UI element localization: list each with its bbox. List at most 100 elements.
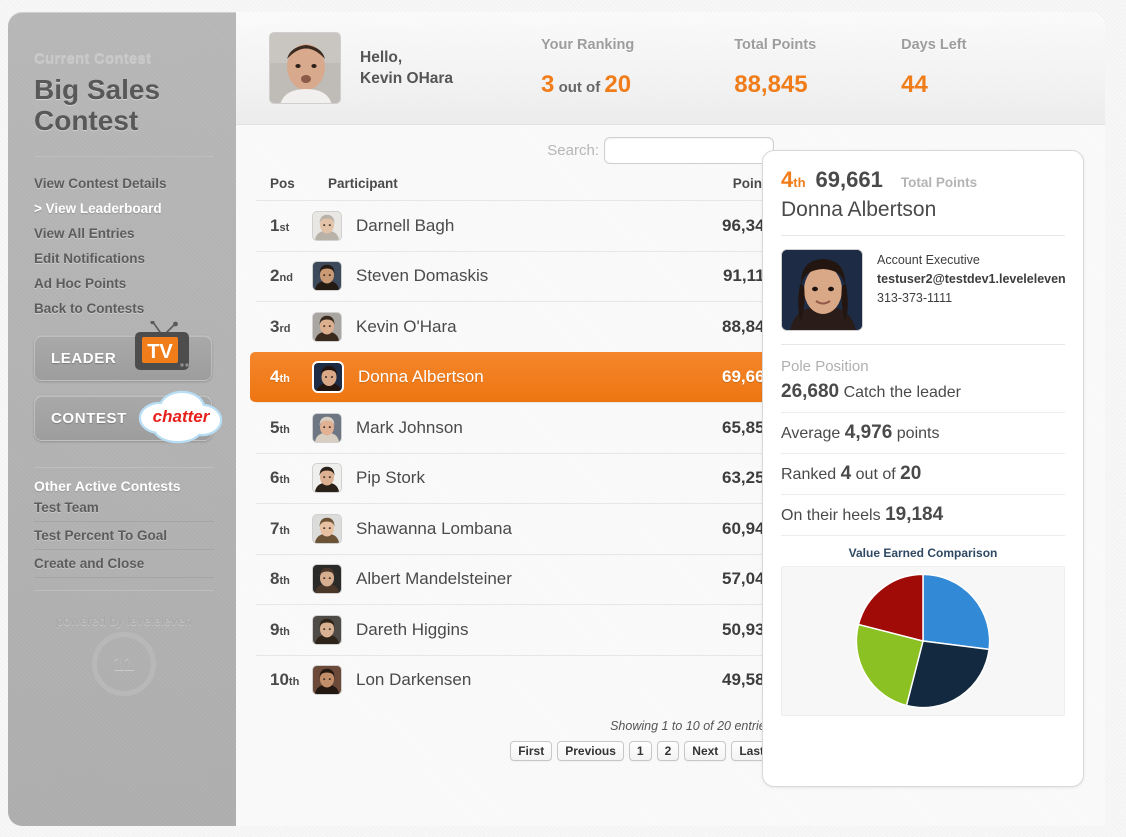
- divider: [781, 235, 1065, 236]
- ranked-total: 20: [900, 463, 922, 484]
- participant-phone: 313-373-1111: [877, 291, 953, 305]
- powered-by-label: powered by leveleleven: [56, 613, 192, 628]
- stat-label: Total Points: [734, 37, 817, 53]
- pagination: First Previous 1 2 Next Last: [256, 733, 784, 761]
- column-header-pos: Pos: [270, 176, 295, 191]
- table-row[interactable]: 10th Lon Darkensen 49,586: [256, 654, 784, 706]
- participant-photo: [781, 249, 863, 331]
- divider: [781, 344, 1065, 345]
- detail-total-points-label: Total Points: [900, 175, 978, 190]
- row-participant-name: Shawanna Lombana: [356, 518, 512, 538]
- user-avatar: [269, 32, 341, 104]
- svg-text:TV: TV: [147, 341, 173, 363]
- leaderboard-table: Search: Pos Participant Points 1st Darnel…: [250, 125, 810, 761]
- tv-icon: TV: [135, 321, 189, 370]
- row-position-suffix: th: [288, 676, 300, 689]
- row-position-suffix: th: [279, 575, 290, 588]
- row-position-suffix: th: [279, 423, 290, 436]
- catch-leader-label: Catch the leader: [843, 384, 961, 401]
- ranked-mid: out of: [855, 466, 896, 483]
- row-position: 5th: [270, 417, 290, 437]
- sidebar-item-ad-hoc-points[interactable]: Ad Hoc Points: [34, 271, 214, 296]
- stat-average-points: Average 4,976 points: [781, 413, 1065, 454]
- participant-email: testuser2@testdev1.leveleleven: [877, 272, 1066, 286]
- ranked-value: 4: [840, 463, 852, 484]
- row-position-suffix: rd: [279, 322, 291, 335]
- row-position-suffix: th: [279, 372, 290, 385]
- greeting-line2: Kevin OHara: [360, 70, 454, 87]
- sidebar-item-create-and-close[interactable]: Create and Close: [34, 550, 214, 578]
- row-position: 7th: [270, 518, 290, 538]
- sidebar-item-test-percent-to-goal[interactable]: Test Percent To Goal: [34, 522, 214, 550]
- rank-connector: out of: [554, 79, 605, 96]
- row-participant-name: Donna Albertson: [358, 366, 484, 386]
- stat-label: Your Ranking: [541, 37, 635, 53]
- stat-catch-the-leader: 26,680 Catch the leader: [781, 377, 1065, 413]
- rank-total: 20: [604, 71, 632, 98]
- detail-rank: 4th: [781, 167, 806, 192]
- search-label: Search:: [547, 142, 599, 159]
- row-avatar: [312, 311, 342, 342]
- pagination-button-previous[interactable]: Previous: [557, 741, 624, 761]
- greeting-line1: Hello,: [360, 49, 403, 66]
- column-header-participant: Participant: [328, 176, 398, 191]
- row-avatar: [312, 261, 342, 292]
- sidebar-item-view-contest-details[interactable]: View Contest Details: [34, 171, 214, 196]
- contest-chatter-label: CONTEST: [51, 409, 127, 427]
- pagination-button-1[interactable]: 1: [628, 741, 652, 761]
- divider: [34, 590, 214, 591]
- table-row[interactable]: 6th Pip Stork 63,253: [256, 452, 784, 504]
- row-avatar: [312, 210, 342, 241]
- pole-position-heading: Pole Position: [781, 358, 869, 375]
- sidebar-item-back-to-contests[interactable]: Back to Contests: [34, 296, 214, 321]
- divider: [34, 467, 214, 468]
- table-row-highlighted[interactable]: 4th Donna Albertson 69,661: [250, 351, 810, 402]
- sidebar-item-view-all-entries[interactable]: View All Entries: [34, 221, 214, 246]
- rank-value: 3: [541, 71, 555, 98]
- contest-chatter-button[interactable]: CONTEST chatter: [34, 390, 223, 444]
- other-active-contests-heading: Other Active Contests: [34, 478, 181, 494]
- pagination-button-2[interactable]: 2: [656, 741, 680, 761]
- row-participant-name: Lon Darkensen: [356, 670, 472, 690]
- sidebar-item-test-team[interactable]: Test Team: [34, 494, 214, 522]
- stat-value: 44: [901, 71, 928, 98]
- table-row[interactable]: 7th Shawanna Lombana 60,944: [256, 503, 784, 554]
- catch-leader-value: 26,680: [781, 381, 840, 402]
- header-bar: Hello, Kevin OHara Your Ranking 3 out of…: [236, 12, 1105, 125]
- table-row[interactable]: 8th Albert Mandelsteiner 57,048: [256, 553, 784, 605]
- search-input[interactable]: [604, 137, 774, 164]
- greeting: Hello, Kevin OHara: [360, 47, 453, 89]
- contest-title: Big Sales Contest: [34, 74, 161, 136]
- leader-tv-button[interactable]: LEADER TV: [34, 321, 212, 381]
- row-participant-name: Kevin O'Hara: [356, 316, 457, 336]
- average-value: 4,976: [844, 422, 893, 443]
- row-avatar: [312, 614, 342, 645]
- showing-entries-label: Showing 1 to 10 of 20 entries: [610, 719, 772, 733]
- divider: [34, 156, 214, 157]
- heels-prefix: On their heels: [781, 507, 881, 524]
- stat-ranked: Ranked 4 out of 20: [781, 454, 1065, 495]
- detail-rank-row: 4th 69,661 Total Points: [781, 167, 1065, 193]
- average-prefix: Average: [781, 425, 841, 442]
- table-row[interactable]: 5th Mark Johnson 65,857: [256, 402, 784, 453]
- row-participant-name: Dareth Higgins: [356, 619, 469, 639]
- pagination-button-next[interactable]: Next: [684, 741, 727, 761]
- sidebar: Current Contest Big Sales Contest View C…: [8, 12, 236, 826]
- stat-days-left: Days Left 44: [901, 37, 966, 99]
- row-participant-name: Steven Domaskis: [356, 266, 489, 286]
- row-position: 2nd: [270, 266, 293, 286]
- table-row[interactable]: 1st Darnell Bagh 96,341: [256, 200, 784, 251]
- sidebar-item-edit-notifications[interactable]: Edit Notifications: [34, 246, 214, 271]
- table-row[interactable]: 3rd Kevin O'Hara 88,845: [256, 301, 784, 352]
- row-position-suffix: th: [279, 524, 290, 537]
- row-position: 9th: [270, 619, 290, 639]
- table-row[interactable]: 9th Dareth Higgins 50,937: [256, 604, 784, 655]
- row-participant-name: Pip Stork: [356, 468, 425, 488]
- row-position-suffix: nd: [279, 272, 293, 285]
- sidebar-item-view-leaderboard[interactable]: > View Leaderboard: [34, 196, 214, 221]
- main-content: Search: Pos Participant Points 1st Darnel…: [236, 125, 1105, 826]
- participant-role: Account Executive: [877, 253, 980, 267]
- pagination-button-first[interactable]: First: [510, 741, 553, 761]
- row-position: 8th: [270, 569, 290, 589]
- table-row[interactable]: 2nd Steven Domaskis 91,115: [256, 250, 784, 302]
